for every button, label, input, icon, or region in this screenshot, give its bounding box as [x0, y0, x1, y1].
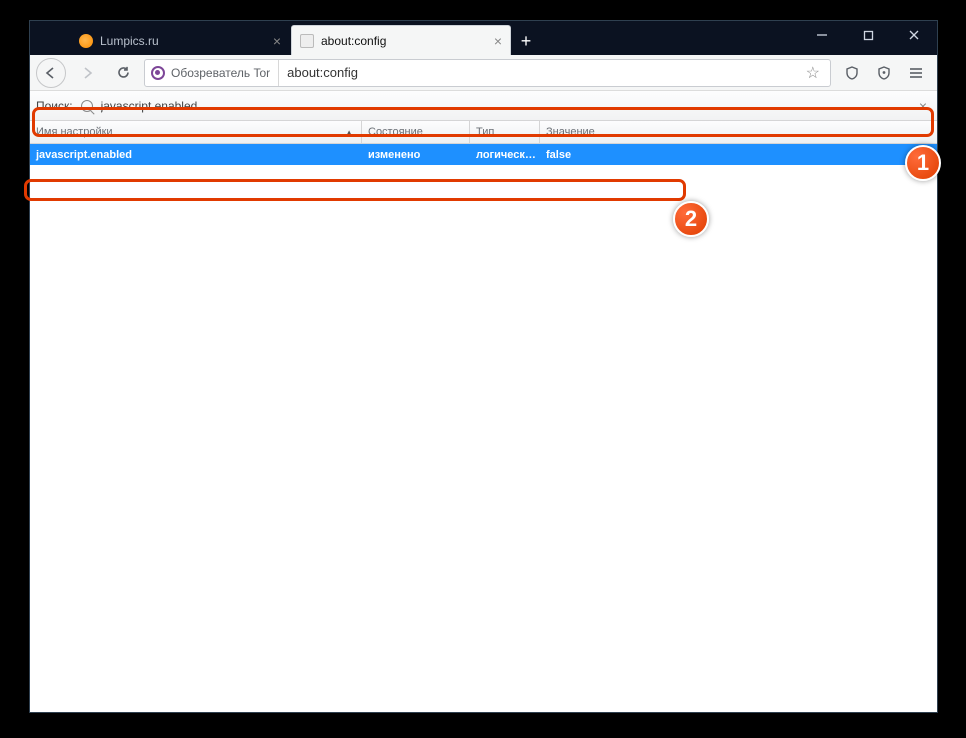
- newtab-button[interactable]: +: [512, 27, 540, 55]
- pref-value: false: [540, 144, 937, 165]
- col-header-type[interactable]: Тип: [470, 121, 540, 143]
- pref-state: изменено: [362, 144, 470, 165]
- identity-label: Обозреватель Tor: [171, 66, 270, 80]
- address-bar[interactable]: Обозреватель Tor about:config ☆: [144, 59, 831, 87]
- nav-toolbar: Обозреватель Tor about:config ☆: [30, 55, 937, 91]
- security-level-button[interactable]: [837, 59, 867, 87]
- reload-button[interactable]: [108, 59, 138, 87]
- favicon-blank-icon: [300, 34, 314, 48]
- close-tab-icon[interactable]: ×: [494, 33, 502, 49]
- pref-type: логическ…: [470, 144, 540, 165]
- pref-search-row: Поиск: ×: [30, 91, 937, 121]
- minimize-button[interactable]: [799, 21, 845, 49]
- identity-block[interactable]: Обозреватель Tor: [151, 60, 279, 86]
- url-text: about:config: [279, 65, 796, 80]
- bookmark-star-icon[interactable]: ☆: [796, 63, 830, 83]
- window-controls: [799, 21, 937, 49]
- search-label: Поиск:: [36, 99, 73, 113]
- browser-window: Lumpics.ru × about:config × + Обозревате…: [29, 20, 938, 713]
- annotation-step-2: 2: [673, 201, 709, 237]
- tab-lumpics[interactable]: Lumpics.ru ×: [70, 25, 290, 55]
- new-identity-button[interactable]: [869, 59, 899, 87]
- back-button[interactable]: [36, 58, 66, 88]
- close-tab-icon[interactable]: ×: [273, 33, 281, 49]
- pref-grid-header: Имя настройки ▲ Состояние Тип Значение: [30, 121, 937, 144]
- search-icon: [81, 100, 93, 112]
- close-window-button[interactable]: [891, 21, 937, 49]
- annotation-step-1: 1: [905, 145, 941, 181]
- col-header-name[interactable]: Имя настройки ▲: [30, 121, 362, 143]
- menu-button[interactable]: [901, 59, 931, 87]
- tab-title: about:config: [321, 34, 487, 48]
- col-header-value[interactable]: Значение: [540, 121, 937, 143]
- favicon-orange-icon: [79, 34, 93, 48]
- tab-aboutconfig[interactable]: about:config ×: [291, 25, 511, 55]
- tab-title: Lumpics.ru: [100, 34, 266, 48]
- clear-search-icon[interactable]: ×: [915, 98, 931, 114]
- pref-content: javascript.enabled изменено логическ… fa…: [30, 144, 937, 712]
- pref-row[interactable]: javascript.enabled изменено логическ… fa…: [30, 144, 937, 165]
- sort-ascending-icon: ▲: [345, 128, 353, 137]
- maximize-button[interactable]: [845, 21, 891, 49]
- forward-button[interactable]: [72, 59, 102, 87]
- tor-onion-icon: [151, 66, 165, 80]
- col-header-state[interactable]: Состояние: [362, 121, 470, 143]
- pref-search-input[interactable]: [101, 99, 907, 113]
- pref-name: javascript.enabled: [30, 144, 362, 165]
